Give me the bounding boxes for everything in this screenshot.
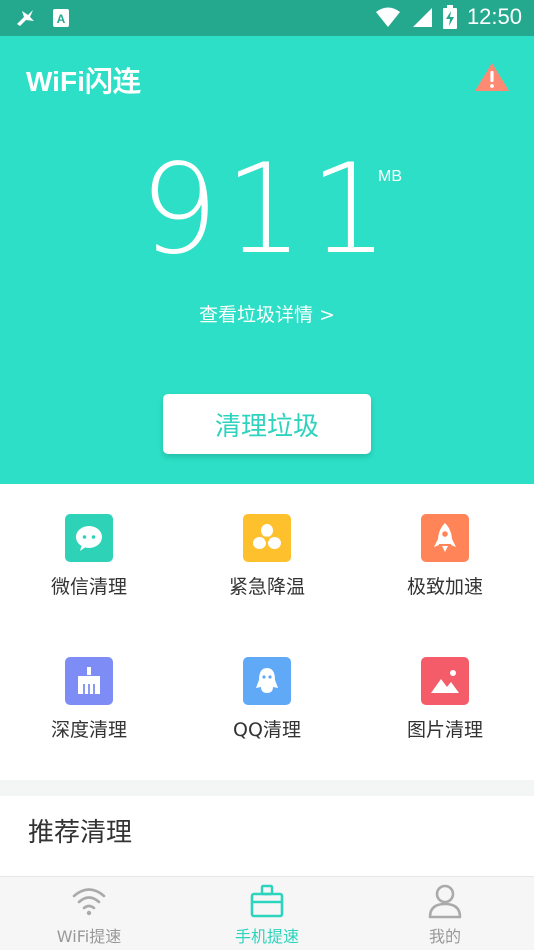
tool-deep-clean[interactable]: 深度清理 [0, 657, 178, 742]
svg-text:A: A [57, 12, 66, 26]
picture-icon [421, 657, 469, 705]
recommend-title: 推荐清理 [28, 818, 133, 848]
status-time: 12:50 [466, 4, 522, 29]
wechat-icon [65, 514, 113, 562]
warning-icon[interactable] [474, 62, 510, 92]
clean-junk-button[interactable]: 清理垃圾 [163, 394, 371, 454]
junk-size-unit: MB [378, 168, 402, 185]
broom-icon [65, 657, 113, 705]
tool-label: 极致加速 [406, 576, 483, 598]
battery-charging-icon [442, 5, 457, 29]
junk-detail-link[interactable]: 查看垃圾详情 > [0, 300, 534, 327]
qq-icon [243, 657, 291, 705]
tool-picture-clean[interactable]: 图片清理 [356, 657, 534, 742]
tool-label: 深度清理 [50, 719, 127, 741]
tool-extreme-boost[interactable]: 极致加速 [356, 514, 534, 599]
bottom-tab-bar: WiFi提速 手机提速 我的 [0, 876, 534, 950]
tool-label: 紧急降温 [228, 576, 305, 598]
tab-label: 手机提速 [234, 927, 299, 946]
cell-signal-icon [412, 8, 432, 27]
tool-emergency-cooling[interactable]: 紧急降温 [178, 514, 356, 599]
tab-label: WiFi提速 [56, 927, 122, 946]
tool-wechat-clean[interactable]: 微信清理 [0, 514, 178, 599]
tab-wifi-speedup[interactable]: WiFi提速 [0, 877, 178, 950]
tab-phone-speedup[interactable]: 手机提速 [178, 877, 356, 950]
app-title: WiFi闪连 [26, 66, 141, 97]
tab-label: 我的 [428, 927, 461, 946]
tool-label: QQ清理 [233, 719, 301, 741]
fan-icon [243, 514, 291, 562]
font-a-icon: A [53, 9, 69, 27]
status-bar: A 12:50 [0, 0, 534, 36]
hero-panel: WiFi闪连 911 MB 查看垃圾详情 > 清理垃圾 [0, 36, 534, 484]
tool-label: 微信清理 [50, 576, 127, 598]
tools-grid: 微信清理 紧急降温 极致加速 深度清理 QQ清理 图片清理 [0, 484, 534, 780]
recommend-section: 推荐清理 [0, 796, 534, 876]
tool-label: 图片清理 [406, 719, 483, 741]
toolbox-icon [250, 884, 284, 918]
wifi-icon [375, 7, 400, 27]
junk-size-value: 911 [139, 138, 395, 282]
rocket-icon [421, 514, 469, 562]
wifi-icon [72, 888, 106, 916]
tool-qq-clean[interactable]: QQ清理 [178, 657, 356, 742]
user-icon [428, 884, 462, 919]
app-notification-icon [17, 10, 34, 26]
tab-mine[interactable]: 我的 [356, 877, 534, 950]
